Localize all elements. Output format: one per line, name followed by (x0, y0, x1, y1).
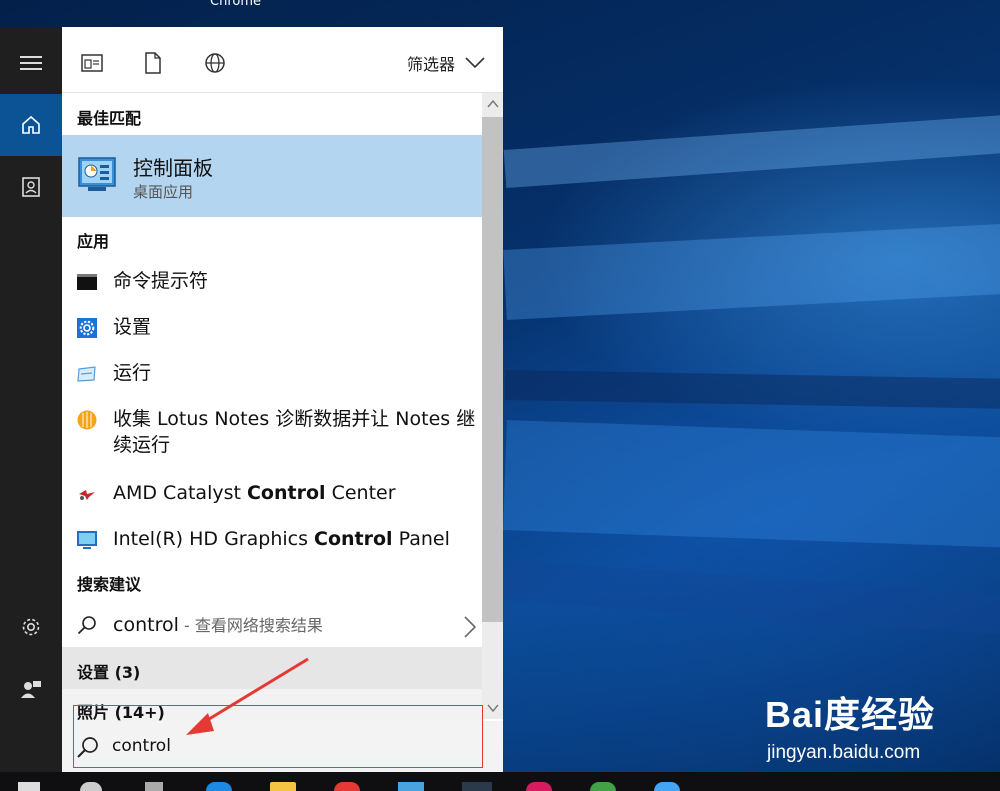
search-taskbar-icon[interactable] (80, 782, 102, 791)
section-apps: 应用 (77, 232, 110, 251)
app-item-label: 收集 Lotus Notes 诊断数据并让 Notes 继续运行 (113, 408, 476, 456)
settings-button[interactable] (0, 596, 62, 658)
lotus-notes-icon (77, 410, 97, 430)
watermark-url: jingyan.baidu.com (767, 742, 921, 763)
feedback-person-icon (21, 681, 41, 698)
app-item-lotus-notes[interactable]: 收集 Lotus Notes 诊断数据并让 Notes 继续运行 (62, 405, 482, 463)
hamburger-menu-button[interactable] (0, 32, 62, 94)
app-item-settings[interactable]: 设置 (62, 313, 482, 345)
mail-icon[interactable] (398, 782, 424, 791)
settings-gear-icon (77, 318, 97, 338)
file-explorer-icon[interactable] (270, 782, 296, 791)
app-item-label: Intel(R) HD Graphics Control Panel (113, 528, 450, 550)
section-settings: 设置 (3) (77, 663, 141, 682)
window-icon (81, 54, 103, 72)
best-match-subtitle: 桌面应用 (133, 183, 194, 201)
run-icon (77, 366, 96, 382)
app-item-cmd[interactable]: 命令提示符 (62, 267, 482, 299)
watermark-logo-text: Bai度经验 (765, 694, 936, 735)
app-icon-red[interactable] (334, 782, 360, 791)
scrollbar-thumb[interactable] (482, 117, 503, 622)
edge-browser-icon[interactable] (206, 782, 232, 791)
intel-graphics-icon (77, 531, 97, 549)
app-item-label: 设置 (113, 316, 152, 338)
home-icon (22, 115, 40, 134)
section-best-match: 最佳匹配 (77, 109, 142, 128)
scroll-up-icon[interactable] (486, 97, 500, 111)
chrome-desktop-label[interactable]: Chrome (210, 0, 261, 9)
visual-studio-icon[interactable] (526, 782, 552, 791)
filter-dropdown[interactable]: 筛选器 (407, 51, 485, 75)
best-match-title: 控制面板 (133, 156, 213, 180)
start-left-rail (0, 27, 62, 772)
baidu-watermark-logo: Bai度经验 jingyan.baidu.com (765, 686, 995, 772)
home-button[interactable] (0, 94, 62, 156)
app-item-run[interactable]: 运行 (62, 359, 482, 391)
best-match-control-panel[interactable]: 控制面板 桌面应用 (62, 135, 482, 217)
documents-filter-button[interactable] (141, 51, 165, 75)
globe-icon (205, 53, 225, 73)
filter-label: 筛选器 (406, 55, 455, 74)
search-box-icon (77, 737, 98, 758)
notebook-button[interactable] (0, 156, 62, 218)
app-item-label: 命令提示符 (113, 270, 209, 292)
cmd-icon (77, 274, 97, 290)
suggestion-item-control[interactable]: control - 查看网络搜索结果 (62, 610, 482, 644)
app-item-label: 运行 (113, 362, 152, 384)
suggestion-label: control - 查看网络搜索结果 (113, 614, 323, 636)
web-filter-button[interactable] (203, 51, 227, 75)
gear-icon (22, 618, 40, 636)
active-app-icon[interactable] (462, 782, 492, 791)
annotation-arrow-icon (186, 657, 309, 735)
chevron-down-icon (465, 57, 485, 69)
amd-catalyst-icon (79, 490, 95, 500)
app-icon-blue[interactable] (654, 782, 680, 791)
app-item-intel-graphics[interactable]: Intel(R) HD Graphics Control Panel (62, 525, 482, 557)
document-icon (145, 52, 161, 74)
section-search-suggestions: 搜索建议 (77, 575, 142, 594)
apps-filter-button[interactable] (80, 51, 104, 75)
notebook-icon (22, 177, 40, 197)
search-toolbar: 筛选器 (62, 27, 503, 93)
app-item-label: AMD Catalyst Control Center (113, 482, 396, 504)
taskbar (0, 772, 1000, 791)
task-view-icon[interactable] (145, 782, 163, 791)
chrome-taskbar-icon[interactable] (590, 782, 616, 791)
app-item-amd-catalyst[interactable]: AMD Catalyst Control Center (62, 479, 482, 511)
chevron-right-icon (464, 616, 476, 638)
section-photos: 照片 (14+) (77, 703, 165, 722)
control-panel-icon (78, 157, 116, 191)
feedback-button[interactable] (0, 658, 62, 720)
scroll-down-icon[interactable] (486, 701, 500, 715)
search-icon (77, 616, 96, 635)
start-windows-icon[interactable] (18, 782, 40, 791)
hamburger-icon (20, 56, 42, 70)
